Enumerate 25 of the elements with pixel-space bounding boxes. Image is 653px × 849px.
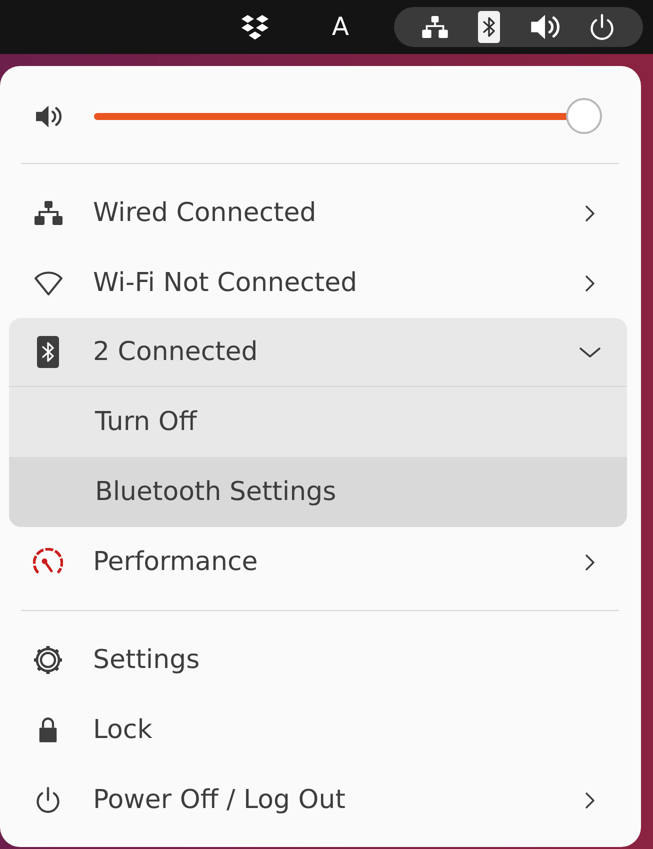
power-icon — [590, 14, 614, 40]
settings-icon — [33, 645, 63, 675]
slider-thumb[interactable] — [566, 98, 602, 134]
power-icon — [36, 786, 60, 814]
speaker-icon — [530, 12, 560, 42]
menu-item[interactable]: Settings — [9, 625, 627, 695]
wifi-icon — [34, 270, 62, 296]
menu-item[interactable]: Lock — [9, 695, 627, 765]
input-source-indicator[interactable]: A — [332, 12, 349, 42]
menu-item[interactable]: Power Off / Log Out — [9, 765, 627, 835]
gauge-icon — [33, 548, 63, 576]
wired-network-icon — [34, 201, 62, 225]
system-status-button[interactable] — [394, 7, 643, 47]
menu-item[interactable]: Wired Connected — [9, 178, 627, 248]
diamond-tiles-icon[interactable] — [240, 14, 270, 40]
submenu-item[interactable]: Turn Off — [9, 387, 627, 457]
bluetooth-icon — [37, 336, 59, 368]
menu-item[interactable]: Performance — [9, 527, 627, 597]
menu-item[interactable]: Wi-Fi Not Connected — [9, 248, 627, 318]
menu-item[interactable]: 2 Connected — [9, 318, 627, 386]
volume-slider[interactable] — [94, 98, 602, 134]
submenu-item[interactable]: Bluetooth Settings — [9, 457, 627, 527]
wired-network-icon — [422, 16, 448, 38]
lock-icon — [38, 717, 58, 743]
bluetooth-icon — [478, 11, 500, 43]
